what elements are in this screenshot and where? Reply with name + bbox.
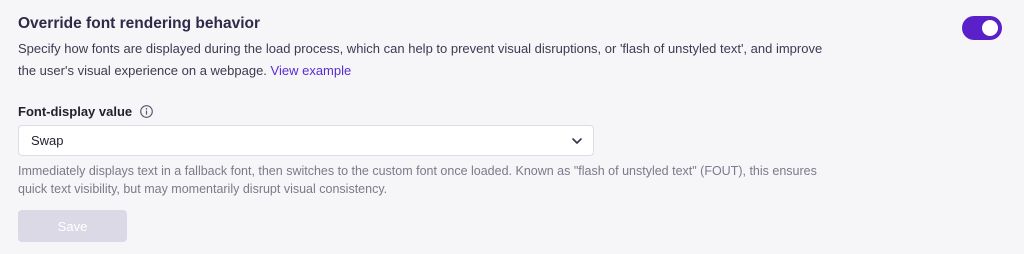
font-display-label: Font-display value (18, 103, 133, 119)
save-button[interactable]: Save (18, 210, 127, 242)
field-label-row: Font-display value (18, 102, 1024, 120)
chevron-down-icon (571, 135, 583, 147)
override-font-rendering-toggle[interactable] (962, 16, 1002, 40)
font-rendering-settings-panel: Override font rendering behavior Specify… (0, 0, 1024, 254)
font-display-selected-value: Swap (31, 133, 64, 148)
font-display-select[interactable]: Swap (18, 125, 594, 156)
toggle-knob (982, 20, 998, 36)
view-example-link[interactable]: View example (271, 63, 352, 78)
setting-description-text: Specify how fonts are displayed during t… (18, 41, 823, 78)
info-icon[interactable] (140, 104, 153, 118)
font-display-help-text: Immediately displays text in a fallback … (18, 164, 817, 196)
setting-title: Override font rendering behavior (18, 15, 261, 32)
setting-description: Specify how fonts are displayed during t… (18, 38, 838, 82)
